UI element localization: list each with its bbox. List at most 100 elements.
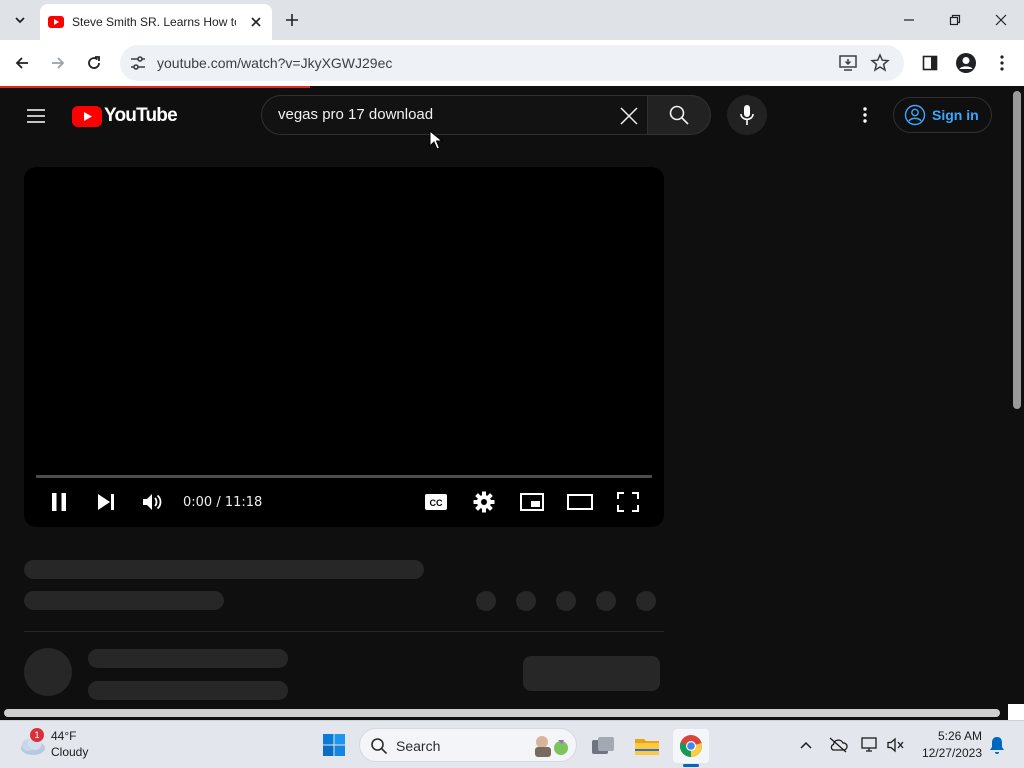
browser-tab-active[interactable]: Steve Smith SR. Learns How to Download V… [40, 4, 272, 40]
search-button[interactable] [647, 95, 711, 135]
minimize-icon [904, 19, 914, 21]
hamburger-menu-icon[interactable] [24, 104, 48, 128]
file-explorer-button[interactable] [629, 729, 665, 763]
notification-bell-icon[interactable] [988, 735, 1006, 755]
new-tab-icon[interactable] [282, 10, 302, 30]
pause-button[interactable] [46, 489, 72, 515]
tab-title: Steve Smith SR. Learns How to Download V… [72, 15, 236, 29]
microphone-icon [740, 105, 754, 125]
video-player[interactable]: 0:00 / 11:18 CC [24, 167, 664, 527]
vertical-scrollbar[interactable] [1010, 88, 1024, 706]
side-panel-button[interactable] [918, 51, 942, 75]
cloud-offline-icon [829, 737, 848, 753]
fullscreen-button[interactable] [615, 489, 641, 515]
browser-toolbar: youtube.com/watch?v=JkyXGWJ29ec [0, 40, 1024, 86]
horizontal-scrollbar[interactable] [0, 706, 1024, 720]
profile-button[interactable] [954, 51, 978, 75]
search-highlight-illustration-icon [535, 736, 568, 757]
address-bar[interactable]: youtube.com/watch?v=JkyXGWJ29ec [120, 45, 904, 81]
reload-icon [88, 56, 100, 69]
taskbar-search-box[interactable]: Search [359, 728, 577, 762]
settings-more-vert-icon[interactable] [853, 103, 877, 127]
network-monitor-icon [861, 737, 877, 752]
windows-taskbar: 1 44°F Cloudy Search 5:26 AM 12/27/2023 [0, 720, 1024, 768]
close-window-button[interactable] [988, 8, 1014, 32]
profile-avatar-icon [956, 53, 976, 73]
close-icon [995, 14, 1007, 26]
vertical-scroll-thumb[interactable] [1013, 91, 1021, 409]
back-button[interactable] [10, 51, 34, 75]
restore-button[interactable] [942, 8, 968, 32]
action-placeholder [556, 591, 576, 611]
theater-mode-button[interactable] [567, 489, 593, 515]
weather-condition: Cloudy [51, 745, 89, 759]
volume-tray-button[interactable] [886, 735, 906, 755]
scrollbar-corner [1008, 704, 1024, 720]
install-app-icon[interactable] [838, 53, 858, 73]
bookmark-star-icon[interactable] [870, 53, 890, 73]
network-tray-button[interactable] [860, 735, 880, 755]
channel-avatar-placeholder [24, 648, 72, 696]
youtube-header: YouTube vegas pro 17 download Sign in [0, 88, 1010, 144]
restore-icon [949, 14, 961, 26]
reload-button[interactable] [82, 51, 106, 75]
pause-icon [52, 493, 66, 511]
section-divider [24, 631, 664, 632]
arrow-left-icon [15, 57, 28, 69]
mouse-cursor-icon [429, 130, 443, 150]
search-query-text: vegas pro 17 download [278, 106, 434, 123]
chrome-icon [679, 735, 702, 757]
svg-text:CC: CC [430, 498, 443, 508]
folder-icon [635, 739, 659, 755]
clock-date[interactable]: 12/27/2023 [914, 746, 982, 760]
fullscreen-icon [617, 492, 639, 512]
url-text: youtube.com/watch?v=JkyXGWJ29ec [157, 55, 393, 71]
side-panel-icon [922, 55, 938, 71]
youtube-play-logo-icon [72, 105, 102, 127]
clear-search-icon[interactable] [617, 104, 641, 128]
active-app-indicator [683, 764, 699, 767]
show-hidden-icons-button[interactable] [796, 735, 816, 755]
closed-captions-icon: CC [425, 494, 447, 510]
speaker-muted-icon [887, 737, 904, 753]
chrome-app-button[interactable] [673, 729, 709, 763]
site-settings-icon[interactable] [128, 53, 148, 73]
gear-icon [473, 491, 495, 513]
youtube-logo[interactable]: YouTube [72, 105, 178, 127]
weather-notification-badge: 1 [30, 728, 44, 742]
windows-start-icon[interactable] [322, 733, 346, 757]
onedrive-tray-button[interactable] [828, 735, 848, 755]
action-placeholder [636, 591, 656, 611]
arrow-right-icon [52, 57, 65, 69]
next-video-button[interactable] [93, 489, 119, 515]
video-progress-bar[interactable] [36, 475, 652, 478]
theater-mode-icon [567, 494, 593, 510]
mute-button[interactable] [140, 489, 166, 515]
close-tab-icon[interactable] [248, 14, 264, 30]
action-placeholder [596, 591, 616, 611]
action-placeholder [516, 591, 536, 611]
sign-in-button[interactable]: Sign in [893, 97, 992, 133]
horizontal-scroll-thumb[interactable] [4, 709, 1000, 717]
player-settings-button[interactable] [471, 489, 497, 515]
voice-search-button[interactable] [727, 95, 767, 135]
clock-time[interactable]: 5:26 AM [920, 729, 982, 743]
browser-menu-button[interactable] [990, 51, 1014, 75]
subtitles-button[interactable]: CC [423, 489, 449, 515]
taskbar-search-label: Search [396, 738, 441, 754]
youtube-logo-text: YouTube [104, 105, 178, 126]
task-view-button[interactable] [585, 729, 621, 763]
video-time-display: 0:00 / 11:18 [183, 495, 263, 510]
chevron-down-icon [15, 17, 25, 24]
search-input[interactable]: vegas pro 17 download [261, 95, 648, 135]
chevron-up-icon [800, 741, 812, 749]
minimize-button[interactable] [896, 8, 922, 32]
sign-in-label: Sign in [932, 107, 979, 123]
tab-search-button[interactable] [8, 8, 32, 32]
video-title-placeholder [24, 560, 424, 579]
weather-temperature: 44°F [51, 729, 77, 743]
forward-button[interactable] [46, 51, 70, 75]
account-circle-icon [904, 104, 926, 126]
task-view-icon [592, 737, 614, 754]
miniplayer-button[interactable] [519, 489, 545, 515]
